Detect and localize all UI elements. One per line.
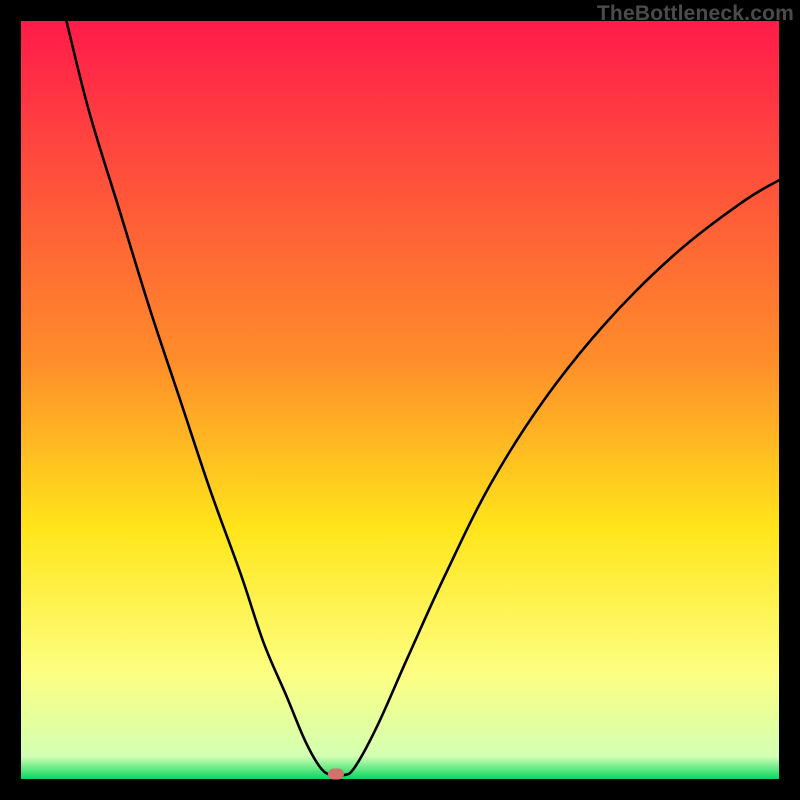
optimal-point-marker bbox=[328, 769, 344, 780]
bottleneck-curve bbox=[21, 21, 779, 779]
plot-frame bbox=[21, 21, 779, 779]
watermark-text: TheBottleneck.com bbox=[597, 2, 794, 26]
